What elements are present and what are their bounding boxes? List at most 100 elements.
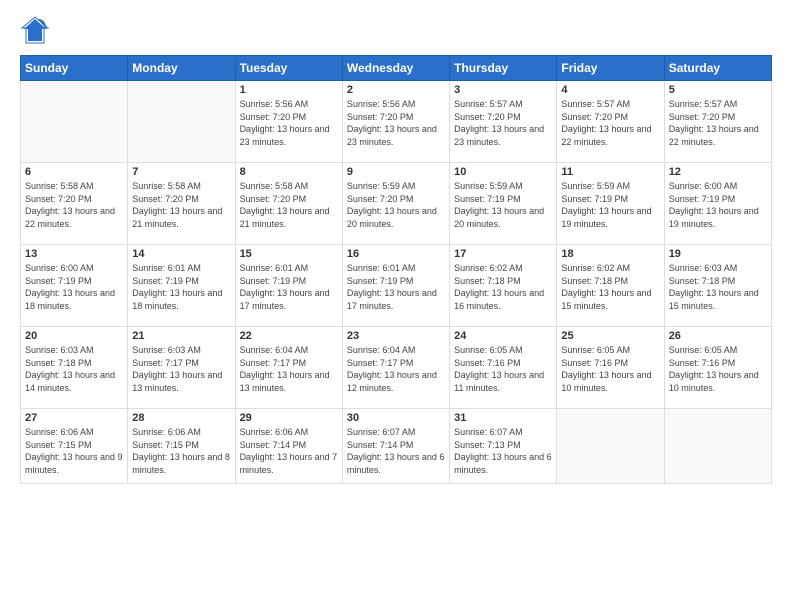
- day-info: Sunrise: 6:01 AM Sunset: 7:19 PM Dayligh…: [132, 262, 230, 312]
- calendar-cell: 3 Sunrise: 5:57 AM Sunset: 7:20 PM Daylig…: [450, 81, 557, 163]
- day-number: 18: [561, 248, 659, 260]
- calendar-cell: 8 Sunrise: 5:58 AM Sunset: 7:20 PM Daylig…: [235, 163, 342, 245]
- day-info: Sunrise: 6:04 AM Sunset: 7:17 PM Dayligh…: [347, 344, 445, 394]
- calendar-cell: 5 Sunrise: 5:57 AM Sunset: 7:20 PM Daylig…: [664, 81, 771, 163]
- day-number: 30: [347, 412, 445, 424]
- week-row-4: 20 Sunrise: 6:03 AM Sunset: 7:18 PM Dayli…: [21, 327, 772, 409]
- day-number: 12: [669, 166, 767, 178]
- calendar-cell: 26 Sunrise: 6:05 AM Sunset: 7:16 PM Dayli…: [664, 327, 771, 409]
- week-row-3: 13 Sunrise: 6:00 AM Sunset: 7:19 PM Dayli…: [21, 245, 772, 327]
- day-number: 16: [347, 248, 445, 260]
- day-info: Sunrise: 5:58 AM Sunset: 7:20 PM Dayligh…: [25, 180, 123, 230]
- calendar-cell: 15 Sunrise: 6:01 AM Sunset: 7:19 PM Dayli…: [235, 245, 342, 327]
- day-number: 22: [240, 330, 338, 342]
- day-number: 1: [240, 84, 338, 96]
- day-info: Sunrise: 6:06 AM Sunset: 7:15 PM Dayligh…: [132, 426, 230, 476]
- calendar-cell: 13 Sunrise: 6:00 AM Sunset: 7:19 PM Dayli…: [21, 245, 128, 327]
- calendar-cell: 22 Sunrise: 6:04 AM Sunset: 7:17 PM Dayli…: [235, 327, 342, 409]
- day-info: Sunrise: 6:00 AM Sunset: 7:19 PM Dayligh…: [669, 180, 767, 230]
- day-info: Sunrise: 6:03 AM Sunset: 7:18 PM Dayligh…: [669, 262, 767, 312]
- calendar-cell: [128, 81, 235, 163]
- day-number: 3: [454, 84, 552, 96]
- calendar-cell: [21, 81, 128, 163]
- weekday-header-monday: Monday: [128, 56, 235, 81]
- calendar-cell: 27 Sunrise: 6:06 AM Sunset: 7:15 PM Dayli…: [21, 409, 128, 484]
- day-number: 19: [669, 248, 767, 260]
- day-info: Sunrise: 6:01 AM Sunset: 7:19 PM Dayligh…: [347, 262, 445, 312]
- calendar-cell: 29 Sunrise: 6:06 AM Sunset: 7:14 PM Dayli…: [235, 409, 342, 484]
- week-row-1: 1 Sunrise: 5:56 AM Sunset: 7:20 PM Daylig…: [21, 81, 772, 163]
- day-info: Sunrise: 6:01 AM Sunset: 7:19 PM Dayligh…: [240, 262, 338, 312]
- day-info: Sunrise: 5:56 AM Sunset: 7:20 PM Dayligh…: [240, 98, 338, 148]
- day-number: 25: [561, 330, 659, 342]
- day-info: Sunrise: 6:07 AM Sunset: 7:14 PM Dayligh…: [347, 426, 445, 476]
- day-number: 28: [132, 412, 230, 424]
- day-info: Sunrise: 5:57 AM Sunset: 7:20 PM Dayligh…: [669, 98, 767, 148]
- day-info: Sunrise: 5:59 AM Sunset: 7:19 PM Dayligh…: [454, 180, 552, 230]
- calendar-cell: 9 Sunrise: 5:59 AM Sunset: 7:20 PM Daylig…: [342, 163, 449, 245]
- weekday-header-friday: Friday: [557, 56, 664, 81]
- day-info: Sunrise: 6:05 AM Sunset: 7:16 PM Dayligh…: [669, 344, 767, 394]
- day-number: 21: [132, 330, 230, 342]
- day-number: 26: [669, 330, 767, 342]
- calendar-cell: 21 Sunrise: 6:03 AM Sunset: 7:17 PM Dayli…: [128, 327, 235, 409]
- day-info: Sunrise: 6:06 AM Sunset: 7:14 PM Dayligh…: [240, 426, 338, 476]
- calendar-cell: 25 Sunrise: 6:05 AM Sunset: 7:16 PM Dayli…: [557, 327, 664, 409]
- weekday-header-saturday: Saturday: [664, 56, 771, 81]
- weekday-header-tuesday: Tuesday: [235, 56, 342, 81]
- day-number: 11: [561, 166, 659, 178]
- day-number: 7: [132, 166, 230, 178]
- day-info: Sunrise: 6:03 AM Sunset: 7:18 PM Dayligh…: [25, 344, 123, 394]
- calendar-cell: 23 Sunrise: 6:04 AM Sunset: 7:17 PM Dayli…: [342, 327, 449, 409]
- calendar-cell: 7 Sunrise: 5:58 AM Sunset: 7:20 PM Daylig…: [128, 163, 235, 245]
- day-number: 29: [240, 412, 338, 424]
- calendar-cell: 11 Sunrise: 5:59 AM Sunset: 7:19 PM Dayli…: [557, 163, 664, 245]
- weekday-header-sunday: Sunday: [21, 56, 128, 81]
- day-number: 5: [669, 84, 767, 96]
- calendar-cell: 28 Sunrise: 6:06 AM Sunset: 7:15 PM Dayli…: [128, 409, 235, 484]
- day-number: 13: [25, 248, 123, 260]
- calendar-cell: 10 Sunrise: 5:59 AM Sunset: 7:19 PM Dayli…: [450, 163, 557, 245]
- day-info: Sunrise: 6:00 AM Sunset: 7:19 PM Dayligh…: [25, 262, 123, 312]
- day-info: Sunrise: 6:06 AM Sunset: 7:15 PM Dayligh…: [25, 426, 123, 476]
- day-info: Sunrise: 6:04 AM Sunset: 7:17 PM Dayligh…: [240, 344, 338, 394]
- week-row-2: 6Sunrise: 5:58 AM Sunset: 7:20 PM Daylig…: [21, 163, 772, 245]
- calendar-cell: 30 Sunrise: 6:07 AM Sunset: 7:14 PM Dayli…: [342, 409, 449, 484]
- header: [20, 15, 772, 45]
- day-number: 9: [347, 166, 445, 178]
- calendar-cell: [664, 409, 771, 484]
- day-info: Sunrise: 6:05 AM Sunset: 7:16 PM Dayligh…: [561, 344, 659, 394]
- day-number: 15: [240, 248, 338, 260]
- day-info: Sunrise: 6:05 AM Sunset: 7:16 PM Dayligh…: [454, 344, 552, 394]
- day-info: Sunrise: 5:59 AM Sunset: 7:20 PM Dayligh…: [347, 180, 445, 230]
- weekday-header-wednesday: Wednesday: [342, 56, 449, 81]
- logo-icon: [20, 15, 50, 45]
- day-info: Sunrise: 6:07 AM Sunset: 7:13 PM Dayligh…: [454, 426, 552, 476]
- day-info: Sunrise: 6:02 AM Sunset: 7:18 PM Dayligh…: [561, 262, 659, 312]
- calendar-cell: 4 Sunrise: 5:57 AM Sunset: 7:20 PM Daylig…: [557, 81, 664, 163]
- calendar-cell: 12 Sunrise: 6:00 AM Sunset: 7:19 PM Dayli…: [664, 163, 771, 245]
- calendar-cell: 20 Sunrise: 6:03 AM Sunset: 7:18 PM Dayli…: [21, 327, 128, 409]
- calendar-cell: 1 Sunrise: 5:56 AM Sunset: 7:20 PM Daylig…: [235, 81, 342, 163]
- day-number: 23: [347, 330, 445, 342]
- weekday-header-row: SundayMondayTuesdayWednesdayThursdayFrid…: [21, 56, 772, 81]
- page: SundayMondayTuesdayWednesdayThursdayFrid…: [0, 0, 792, 612]
- day-number: 17: [454, 248, 552, 260]
- day-number: 8: [240, 166, 338, 178]
- day-number: 27: [25, 412, 123, 424]
- day-number: 10: [454, 166, 552, 178]
- calendar-cell: 14Sunrise: 6:01 AM Sunset: 7:19 PM Dayli…: [128, 245, 235, 327]
- day-info: Sunrise: 5:57 AM Sunset: 7:20 PM Dayligh…: [561, 98, 659, 148]
- calendar-cell: 18 Sunrise: 6:02 AM Sunset: 7:18 PM Dayli…: [557, 245, 664, 327]
- day-number: 4: [561, 84, 659, 96]
- calendar-cell: [557, 409, 664, 484]
- day-info: Sunrise: 5:57 AM Sunset: 7:20 PM Dayligh…: [454, 98, 552, 148]
- day-info: Sunrise: 6:03 AM Sunset: 7:17 PM Dayligh…: [132, 344, 230, 394]
- day-info: Sunrise: 5:59 AM Sunset: 7:19 PM Dayligh…: [561, 180, 659, 230]
- day-info: Sunrise: 5:58 AM Sunset: 7:20 PM Dayligh…: [132, 180, 230, 230]
- day-info: Sunrise: 5:58 AM Sunset: 7:20 PM Dayligh…: [240, 180, 338, 230]
- day-info: Sunrise: 5:56 AM Sunset: 7:20 PM Dayligh…: [347, 98, 445, 148]
- calendar: SundayMondayTuesdayWednesdayThursdayFrid…: [20, 55, 772, 484]
- day-number: 20: [25, 330, 123, 342]
- calendar-cell: 6Sunrise: 5:58 AM Sunset: 7:20 PM Daylig…: [21, 163, 128, 245]
